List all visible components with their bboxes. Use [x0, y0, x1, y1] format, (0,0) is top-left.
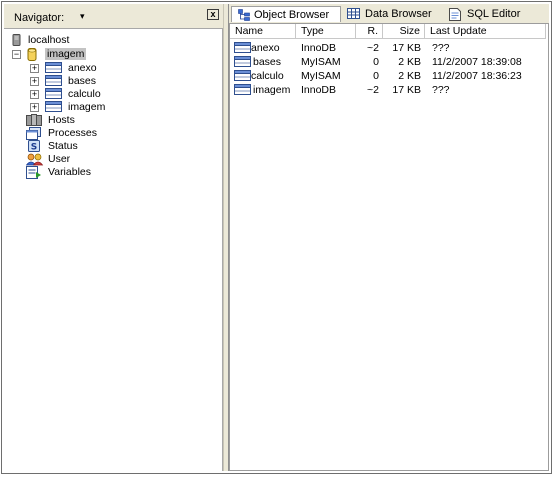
tab-sql-editor[interactable]: SQL Editor: [447, 6, 529, 22]
navigator-title: Navigator:: [14, 12, 65, 24]
tab-object-browser[interactable]: Object Browser: [231, 6, 341, 22]
expand-icon[interactable]: +: [30, 90, 39, 99]
users-icon: [26, 153, 44, 166]
cell-type: MyISAM: [301, 56, 341, 68]
table-row[interactable]: anexo InnoDB ~2 17 KB ???: [230, 41, 548, 55]
table-icon: [234, 84, 251, 95]
object-browser-panel: Object Browser Data Browser SQL Editor N…: [229, 4, 549, 471]
cell-name: bases: [253, 56, 282, 68]
cell-size: 17 KB: [392, 84, 421, 96]
tree-label: calculo: [68, 88, 101, 100]
variables-icon: [26, 166, 41, 179]
expand-icon[interactable]: +: [30, 64, 39, 73]
sql-editor-icon: [449, 8, 461, 21]
navigator-close-button[interactable]: x: [207, 9, 219, 20]
tree-label: Processes: [48, 127, 98, 139]
table-icon: [45, 75, 62, 86]
cell-rows: 0: [373, 70, 379, 82]
cell-last-update: ???: [432, 84, 450, 96]
cell-name: anexo: [251, 42, 280, 54]
cell-last-update: 11/2/2007 18:36:23: [432, 70, 522, 82]
table-icon: [234, 56, 251, 67]
object-browser-icon: [238, 9, 250, 21]
database-icon: [27, 48, 37, 61]
cell-type: InnoDB: [301, 42, 337, 54]
hosts-icon: [26, 114, 42, 126]
table-row[interactable]: calculo MyISAM 0 2 KB 11/2/2007 18:36:23: [230, 69, 548, 83]
window-body: Navigator: ▾ x localhost − imagem + anex…: [4, 4, 549, 471]
svg-text:S: S: [31, 143, 37, 153]
table-icon: [234, 70, 251, 81]
tab-label: Data Browser: [365, 8, 432, 20]
processes-icon: [26, 127, 41, 140]
server-icon: [12, 34, 21, 46]
tree-label: Hosts: [48, 114, 75, 126]
cell-last-update: 11/2/2007 18:39:08: [432, 56, 522, 68]
table-row[interactable]: bases MyISAM 0 2 KB 11/2/2007 18:39:08: [230, 55, 548, 69]
column-header-rows[interactable]: R.: [356, 24, 383, 39]
table-icon: [234, 42, 251, 53]
cell-last-update: ???: [432, 42, 450, 54]
schema-table-list: Name Type R. Size Last Update anexo Inno…: [229, 23, 549, 471]
app-window: Navigator: ▾ x localhost − imagem + anex…: [1, 1, 552, 474]
tab-data-browser[interactable]: Data Browser: [345, 6, 440, 22]
table-icon: [45, 88, 62, 99]
table-row[interactable]: imagem InnoDB ~2 17 KB ???: [230, 83, 548, 97]
navigator-header: Navigator: ▾ x: [4, 4, 223, 28]
navigator-tree: localhost − imagem + anexo + bases + cal…: [4, 28, 223, 471]
tree-label: anexo: [68, 62, 97, 74]
cell-rows: 0: [373, 56, 379, 68]
cell-size: 2 KB: [398, 56, 421, 68]
table-header: Name Type R. Size Last Update: [230, 24, 548, 39]
tab-bar: Object Browser Data Browser SQL Editor: [229, 4, 549, 24]
table-icon: [45, 101, 62, 112]
tree-label: imagem: [45, 48, 87, 60]
tree-label: localhost: [28, 34, 70, 46]
collapse-icon[interactable]: −: [12, 50, 21, 59]
cell-size: 2 KB: [398, 70, 421, 82]
table-icon: [45, 62, 62, 73]
tree-label: Variables: [48, 166, 91, 178]
status-icon: S: [28, 140, 40, 153]
cell-name: imagem: [253, 84, 291, 96]
column-header-size[interactable]: Size: [383, 24, 425, 39]
navigator-dropdown-icon[interactable]: ▾: [80, 11, 85, 22]
expand-icon[interactable]: +: [30, 103, 39, 112]
tree-label: User: [48, 153, 71, 165]
tree-label: Status: [48, 140, 78, 152]
cell-type: InnoDB: [301, 84, 337, 96]
cell-rows: ~2: [367, 42, 379, 54]
navigator-panel: Navigator: ▾ x localhost − imagem + anex…: [4, 4, 223, 471]
data-browser-icon: [347, 8, 360, 19]
cell-size: 17 KB: [392, 42, 421, 54]
tree-label: bases: [68, 75, 97, 87]
expand-icon[interactable]: +: [30, 77, 39, 86]
cell-name: calculo: [251, 70, 284, 82]
column-header-name[interactable]: Name: [230, 24, 296, 39]
tree-label: imagem: [68, 101, 106, 113]
column-header-last-update[interactable]: Last Update: [425, 24, 546, 39]
cell-rows: ~2: [367, 84, 379, 96]
column-header-type[interactable]: Type: [296, 24, 356, 39]
tab-label: Object Browser: [254, 9, 330, 21]
tab-label: SQL Editor: [467, 8, 521, 20]
cell-type: MyISAM: [301, 70, 341, 82]
